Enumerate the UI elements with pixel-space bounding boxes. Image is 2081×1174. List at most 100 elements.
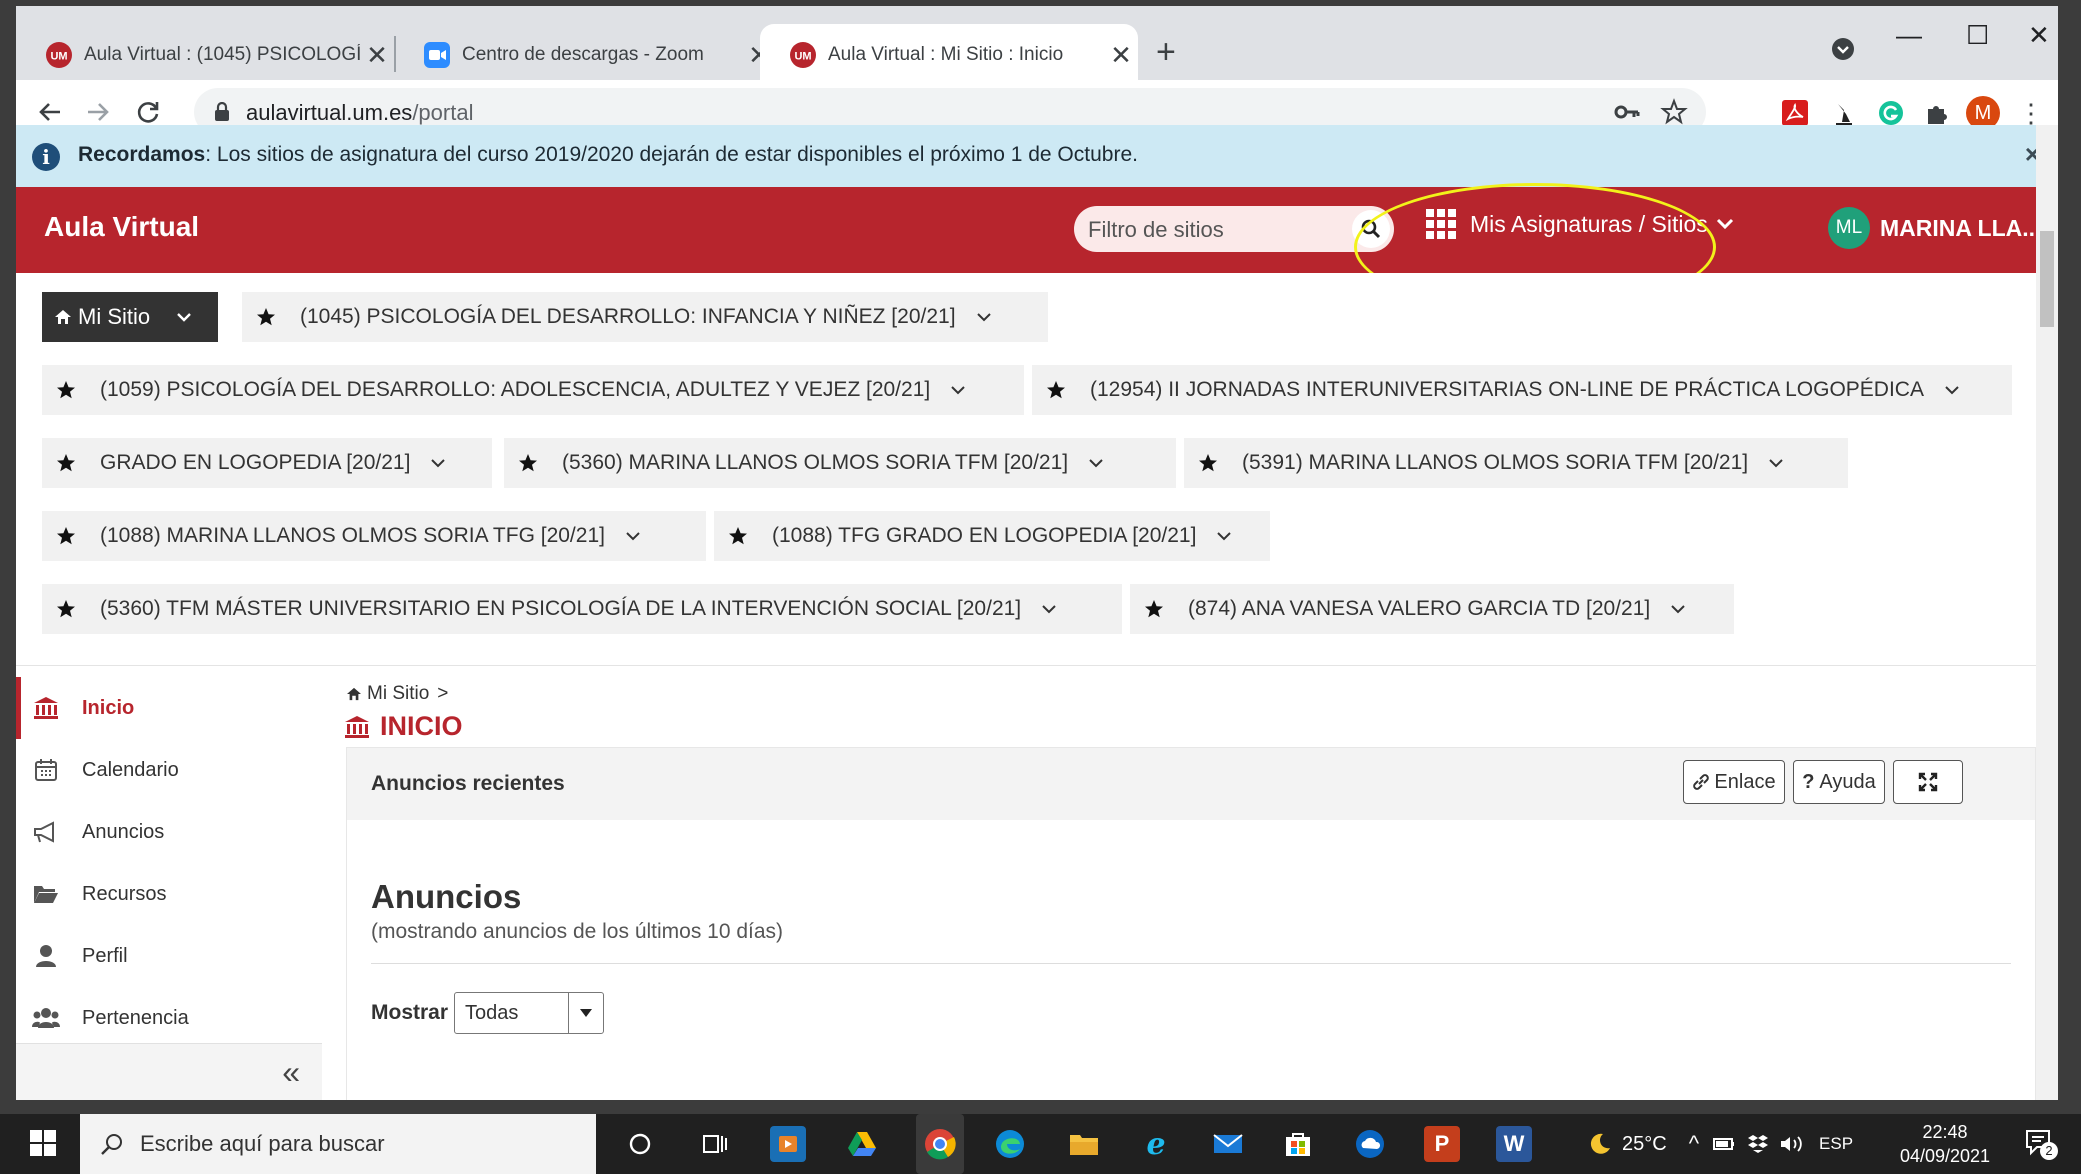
- key-icon[interactable]: [1614, 102, 1640, 122]
- sidebar-item-anuncios[interactable]: Anuncios: [16, 801, 322, 863]
- battery-icon[interactable]: [1713, 1135, 1735, 1153]
- notice-bold: Recordamos: [78, 143, 206, 166]
- windows-taskbar: Escribe aquí para buscar e P W 25°C ^ ES…: [0, 1114, 2081, 1174]
- favorite-site-item[interactable]: (1088) TFG GRADO EN LOGOPEDIA [20/21]: [714, 511, 1270, 561]
- star-icon[interactable]: [56, 526, 76, 546]
- minimize-button[interactable]: —: [1896, 20, 1922, 51]
- sidebar-item-pertenencia[interactable]: Pertenencia: [16, 987, 322, 1049]
- chevron-down-icon[interactable]: [1041, 601, 1057, 617]
- star-icon[interactable]: [1046, 380, 1066, 400]
- star-icon[interactable]: [1144, 599, 1164, 619]
- favorite-site-item[interactable]: (5360) MARINA LLANOS OLMOS SORIA TFM [20…: [504, 438, 1176, 488]
- edge-icon[interactable]: [992, 1126, 1028, 1162]
- chevron-down-icon[interactable]: [1944, 382, 1960, 398]
- scrollbar-thumb[interactable]: [2040, 231, 2054, 327]
- taskbar-search[interactable]: Escribe aquí para buscar: [80, 1114, 596, 1174]
- favorite-site-item[interactable]: (5391) MARINA LLANOS OLMOS SORIA TFM [20…: [1184, 438, 1848, 488]
- star-icon[interactable]: [1198, 453, 1218, 473]
- star-bookmark-icon[interactable]: [1660, 98, 1688, 126]
- file-explorer-icon[interactable]: [1066, 1126, 1102, 1162]
- dropbox-icon[interactable]: [1747, 1134, 1769, 1154]
- close-tab-icon[interactable]: ✕: [360, 40, 394, 71]
- browser-tab[interactable]: UM Aula Virtual : (1045) PSICOLOGÍA ✕: [16, 24, 394, 86]
- favorite-site-item[interactable]: (1045) PSICOLOGÍA DEL DESARROLLO: INFANC…: [242, 292, 1048, 342]
- browser-tab-active[interactable]: UM Aula Virtual : Mi Sitio : Inicio ✕: [760, 24, 1138, 86]
- sidebar-item-calendario[interactable]: Calendario: [16, 739, 322, 801]
- avatar: ML: [1828, 207, 1870, 249]
- video-app-icon[interactable]: [770, 1126, 806, 1162]
- help-button[interactable]: ? Ayuda: [1793, 760, 1885, 804]
- favorite-site-item[interactable]: (1059) PSICOLOGÍA DEL DESARROLLO: ADOLES…: [42, 365, 1024, 415]
- adobe-pdf-extension-icon[interactable]: [1780, 98, 1810, 128]
- tab-search-icon[interactable]: [1830, 36, 1856, 62]
- my-sites-menu[interactable]: Mis Asignaturas / Sitios: [1426, 209, 1734, 239]
- star-icon[interactable]: [56, 599, 76, 619]
- new-tab-button[interactable]: +: [1156, 34, 1176, 70]
- site-label: (12954) II JORNADAS INTERUNIVERSITARIAS …: [1090, 378, 1924, 401]
- task-view-icon[interactable]: [696, 1126, 732, 1162]
- user-menu[interactable]: ML MARINA LLA...: [1828, 207, 2041, 249]
- cloud-app-icon[interactable]: [1352, 1126, 1388, 1162]
- grammarly-icon[interactable]: [1876, 98, 1906, 128]
- chevron-down-icon[interactable]: [950, 382, 966, 398]
- clock[interactable]: 22:48 04/09/2021: [1895, 1120, 1995, 1168]
- volume-icon[interactable]: [1779, 1134, 1805, 1154]
- maximize-panel-button[interactable]: [1893, 760, 1963, 804]
- chevron-down-icon[interactable]: [430, 455, 446, 471]
- chevron-down-icon[interactable]: [1088, 455, 1104, 471]
- star-icon[interactable]: [56, 380, 76, 400]
- bird-extension-icon[interactable]: [1828, 98, 1858, 128]
- page-scrollbar[interactable]: [2036, 125, 2058, 1100]
- star-icon[interactable]: [256, 307, 276, 327]
- star-icon[interactable]: [56, 453, 76, 473]
- breadcrumb-link[interactable]: Mi Sitio: [367, 683, 429, 705]
- brand-title[interactable]: Aula Virtual: [44, 211, 199, 243]
- chevron-down-icon[interactable]: [625, 528, 641, 544]
- maximize-button[interactable]: ☐: [1966, 20, 1989, 51]
- notifications-icon[interactable]: 2: [2024, 1128, 2058, 1160]
- sidebar-item-recursos[interactable]: Recursos: [16, 863, 322, 925]
- powerpoint-icon[interactable]: P: [1424, 1126, 1460, 1162]
- site-label: (1045) PSICOLOGÍA DEL DESARROLLO: INFANC…: [300, 305, 956, 328]
- chevron-down-icon[interactable]: [1768, 455, 1784, 471]
- temperature[interactable]: 25°C: [1622, 1133, 1667, 1156]
- collapse-sidebar-button[interactable]: «: [16, 1043, 322, 1100]
- star-icon[interactable]: [728, 526, 748, 546]
- link-button[interactable]: Enlace: [1683, 760, 1785, 804]
- puzzle-extensions-icon[interactable]: [1922, 98, 1952, 128]
- close-window-button[interactable]: ✕: [2028, 20, 2050, 51]
- search-button[interactable]: [1352, 210, 1390, 248]
- favorite-site-item[interactable]: (5360) TFM MÁSTER UNIVERSITARIO EN PSICO…: [42, 584, 1122, 634]
- chrome-icon[interactable]: [916, 1114, 964, 1174]
- windows-start-icon[interactable]: [30, 1130, 56, 1156]
- chevron-down-icon[interactable]: [976, 309, 992, 325]
- site-filter-input[interactable]: [1086, 214, 1330, 246]
- chevron-down-icon[interactable]: [1216, 528, 1232, 544]
- mail-icon[interactable]: [1210, 1126, 1246, 1162]
- chevron-up-icon[interactable]: ^: [1689, 1131, 1699, 1157]
- site-label: (1088) MARINA LLANOS OLMOS SORIA TFG [20…: [100, 524, 605, 547]
- clock-date: 04/09/2021: [1899, 1146, 1991, 1166]
- page-title: INICIO: [344, 711, 463, 742]
- my-sites-label: Mis Asignaturas / Sitios: [1470, 210, 1708, 237]
- favorite-site-item[interactable]: (874) ANA VANESA VALERO GARCIA TD [20/21…: [1130, 584, 1734, 634]
- word-icon[interactable]: W: [1496, 1126, 1532, 1162]
- svg-text:UM: UM: [50, 51, 67, 63]
- favorite-site-item[interactable]: (1088) MARINA LLANOS OLMOS SORIA TFG [20…: [42, 511, 706, 561]
- internet-explorer-icon[interactable]: e: [1138, 1126, 1174, 1162]
- cortana-icon[interactable]: [622, 1126, 658, 1162]
- show-select[interactable]: Todas: [454, 992, 605, 1034]
- language-indicator[interactable]: ESP: [1819, 1134, 1853, 1154]
- favorite-site-item[interactable]: (12954) II JORNADAS INTERUNIVERSITARIAS …: [1032, 365, 2012, 415]
- my-site-button[interactable]: Mi Sitio: [42, 292, 218, 342]
- star-icon[interactable]: [518, 453, 538, 473]
- close-tab-icon[interactable]: ✕: [1104, 40, 1138, 71]
- sidebar-item-inicio[interactable]: Inicio: [16, 677, 322, 739]
- browser-tab[interactable]: Centro de descargas - Zoom ✕: [396, 24, 776, 86]
- chevron-down-icon[interactable]: [1670, 601, 1686, 617]
- store-icon[interactable]: [1280, 1126, 1316, 1162]
- sidebar-item-perfil[interactable]: Perfil: [16, 925, 322, 987]
- google-drive-icon[interactable]: [844, 1126, 880, 1162]
- kebab-menu-icon[interactable]: ⋮: [2016, 98, 2046, 128]
- favorite-site-item[interactable]: GRADO EN LOGOPEDIA [20/21]: [42, 438, 492, 488]
